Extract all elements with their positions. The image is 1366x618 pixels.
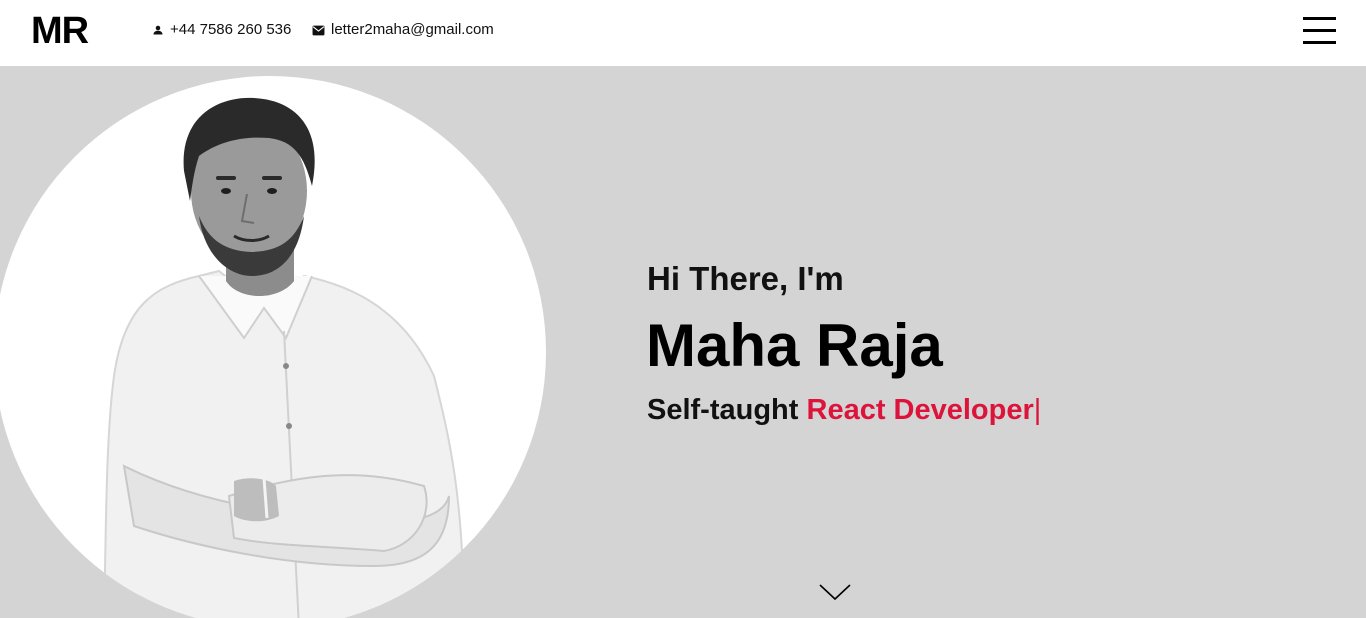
email-contact[interactable]: letter2maha@gmail.com (312, 20, 494, 40)
logo[interactable]: MR (31, 8, 89, 54)
hero-section: Hi There, I'm Maha Raja Self-taught Reac… (0, 66, 1366, 618)
role-highlight: React Developer (806, 394, 1034, 426)
profile-photo (0, 76, 546, 618)
typing-cursor: | (1033, 394, 1042, 426)
mail-icon (312, 25, 325, 35)
person-icon (153, 25, 163, 35)
phone-number: +44 7586 260 536 (170, 21, 292, 38)
hamburger-menu-icon[interactable] (1303, 16, 1337, 44)
role-prefix: Self-taught (647, 394, 799, 426)
top-navigation-bar: MR +44 7586 260 536 letter2maha@gmail.co… (0, 0, 1366, 66)
greeting-text: Hi There, I'm (647, 260, 844, 297)
email-address: letter2maha@gmail.com (331, 21, 494, 38)
phone-contact[interactable]: +44 7586 260 536 (152, 20, 291, 40)
hero-name: Maha Raja (646, 312, 943, 379)
chevron-down-icon[interactable] (818, 581, 852, 603)
role-tagline: Self-taught React Developer| (647, 392, 1041, 428)
portrait-illustration (103, 97, 465, 618)
